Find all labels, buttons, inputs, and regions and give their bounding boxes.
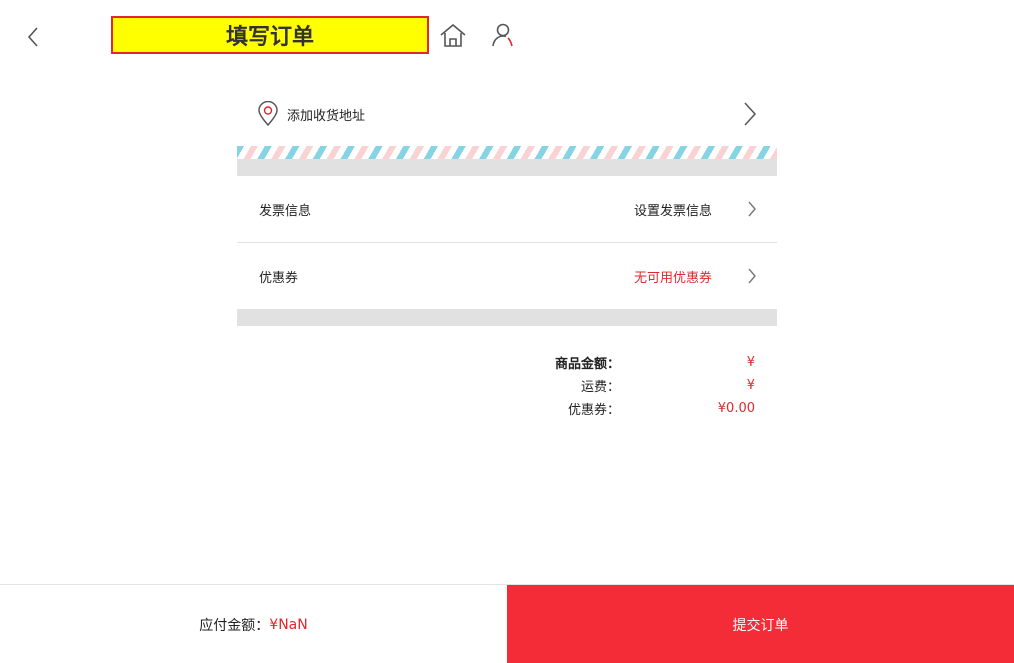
page-title-text: 填写订单 [225, 25, 314, 50]
envelope-stripe [237, 146, 777, 159]
order-content: 添加收货地址 发票信息 设置发票信息 优惠券 无可用优惠券 [237, 82, 777, 326]
location-pin-icon [257, 100, 279, 127]
coupon-discount-row: 优惠券： ¥0.00 [500, 397, 760, 420]
price-summary: 商品金额： ¥ 运费： ¥ 优惠券： ¥0.00 [500, 351, 760, 420]
shipping-row: 运费： ¥ [500, 374, 760, 397]
section-divider [237, 309, 777, 326]
chevron-right-icon [747, 267, 757, 289]
goods-amount-row: 商品金额： ¥ [500, 351, 760, 374]
coupon-value: 无可用优惠券 [633, 270, 712, 286]
submit-order-button[interactable]: 提交订单 [507, 585, 1014, 663]
page-title: 填写订单 [111, 16, 429, 54]
checkout-bar: 应付金额： ¥NaN 提交订单 [0, 584, 1014, 663]
coupon-discount-value: ¥0.00 [717, 401, 755, 416]
coupon-discount-label: 优惠券： [567, 403, 620, 418]
goods-amount-value: ¥ [746, 355, 755, 370]
coupon-label: 优惠券 [259, 270, 299, 286]
payable-amount: 应付金额： ¥NaN [0, 585, 507, 663]
invoice-label: 发票信息 [259, 203, 312, 219]
payable-value: ¥NaN [269, 616, 308, 633]
add-address-row[interactable]: 添加收货地址 [237, 82, 777, 146]
home-icon[interactable] [439, 22, 467, 48]
shipping-value: ¥ [746, 378, 755, 393]
section-divider [237, 159, 777, 176]
chevron-right-icon [743, 101, 757, 131]
back-icon[interactable] [22, 24, 46, 50]
order-page: 填写订单 添加收货地址 发票信息 设置发票信息 优惠券 无可用优惠券 商品金额：… [0, 0, 1014, 663]
invoice-value: 设置发票信息 [633, 203, 712, 219]
goods-amount-label: 商品金额： [554, 357, 620, 372]
user-icon[interactable] [491, 22, 517, 48]
payable-label: 应付金额： [199, 617, 270, 634]
invoice-row[interactable]: 发票信息 设置发票信息 [237, 176, 777, 242]
coupon-row[interactable]: 优惠券 无可用优惠券 [237, 242, 777, 309]
shipping-label: 运费： [580, 380, 620, 395]
chevron-right-icon [747, 200, 757, 222]
add-address-label: 添加收货地址 [287, 108, 366, 124]
